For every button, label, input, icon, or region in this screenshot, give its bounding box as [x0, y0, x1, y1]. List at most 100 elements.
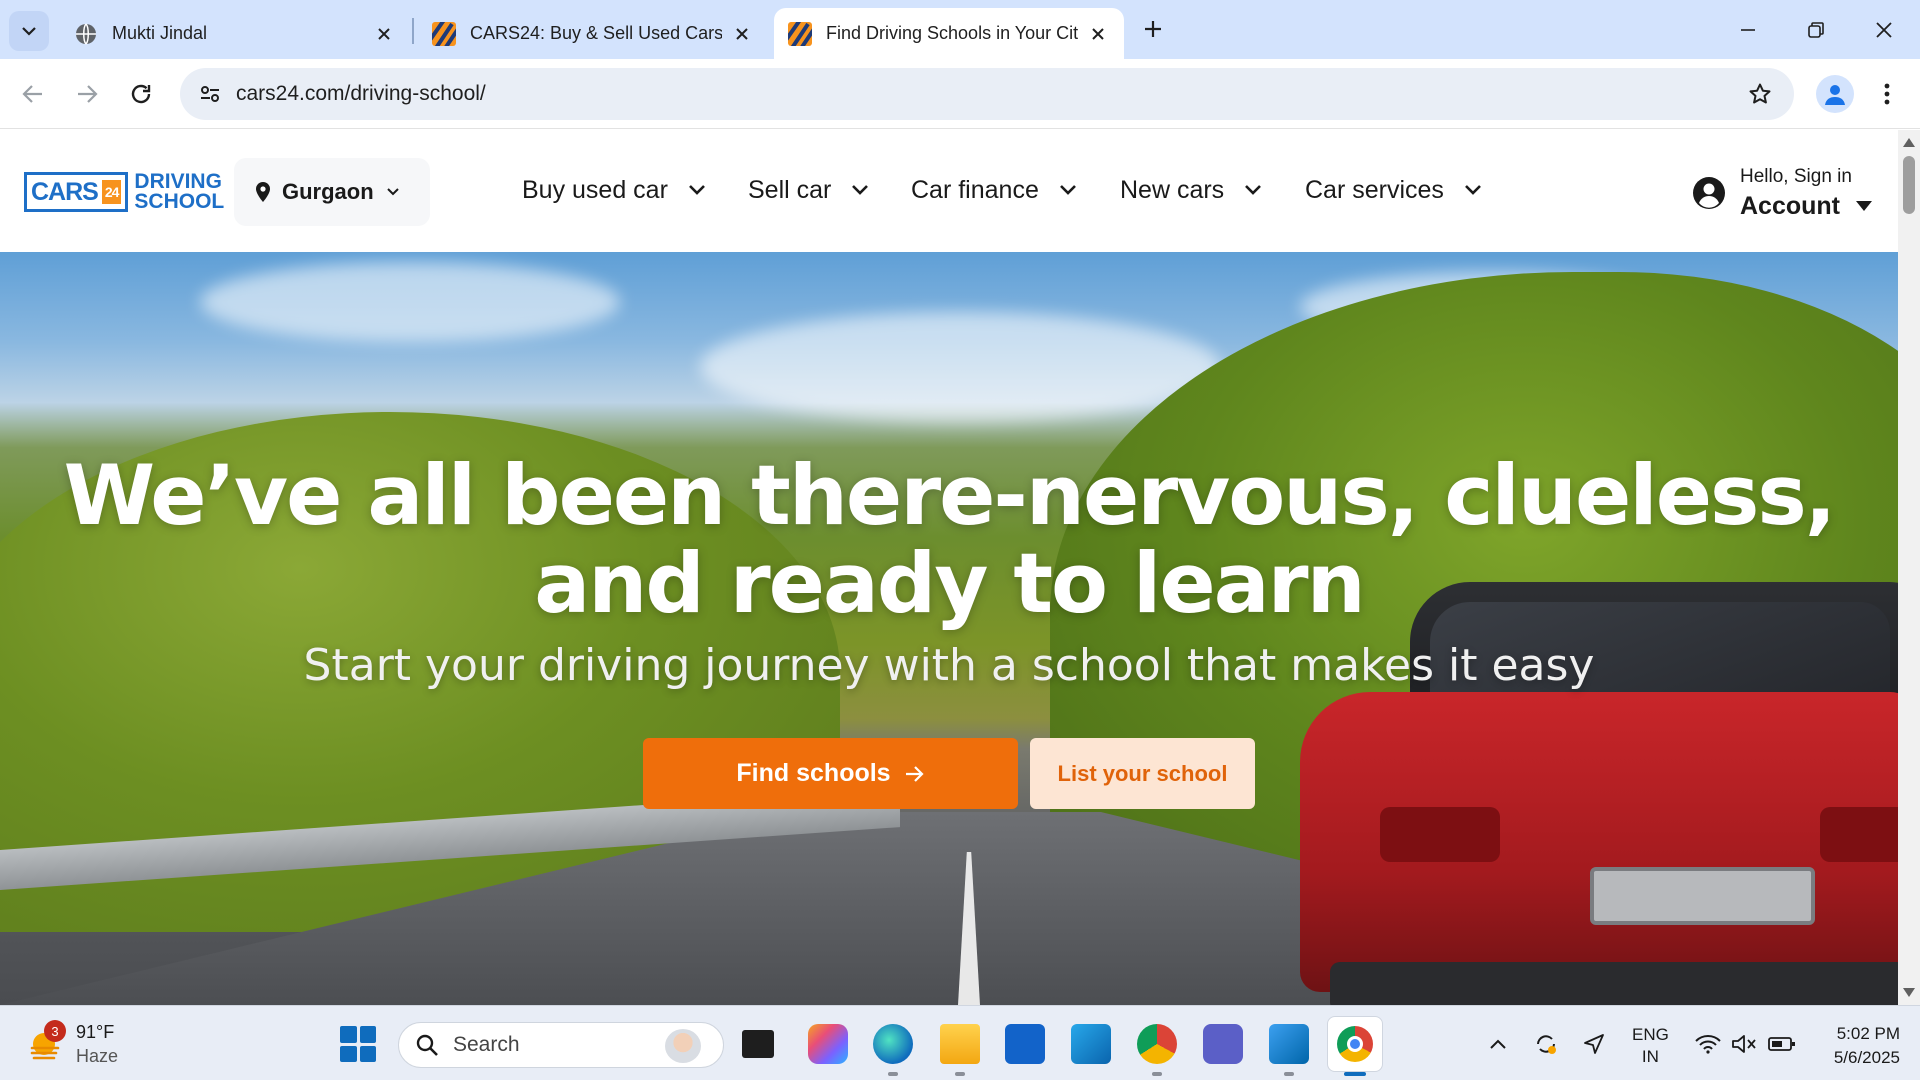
weather-sun-haze-icon: 3	[26, 1020, 66, 1064]
microsoft-store-icon[interactable]	[1005, 1024, 1045, 1064]
close-icon	[1876, 22, 1892, 38]
windows-taskbar: 3 91°F Haze Search ENG IN 5:02 PM 5/6/20…	[0, 1005, 1920, 1080]
task-view-icon[interactable]	[742, 1030, 774, 1058]
hero-title-line1: We’ve all been there-nervous, clueless,	[63, 447, 1837, 544]
tab-mukti-jindal[interactable]: Mukti Jindal	[60, 8, 410, 59]
restore-icon	[1808, 22, 1824, 38]
list-your-school-label: List your school	[1057, 760, 1228, 786]
close-tab-icon[interactable]	[372, 22, 396, 46]
nav-label: Buy used car	[522, 175, 668, 204]
logo-line-driving: DRIVING	[134, 170, 222, 193]
chevron-down-icon	[22, 27, 36, 36]
location-pin-icon	[256, 182, 270, 202]
search-icon	[416, 1034, 438, 1056]
system-clock[interactable]: 5:02 PM 5/6/2025	[1816, 1022, 1900, 1070]
location-arrow-icon[interactable]	[1580, 1030, 1608, 1058]
hero-subtitle: Start your driving journey with a school…	[303, 640, 1595, 691]
site-header: CARS 24 DRIVING SCHOOL Gurgaon Buy used …	[0, 130, 1898, 252]
back-button[interactable]	[14, 75, 52, 113]
close-tab-icon[interactable]	[1086, 22, 1110, 46]
scroll-thumb[interactable]	[1903, 156, 1915, 214]
find-schools-button[interactable]: Find schools	[643, 738, 1018, 809]
hero-cloud	[200, 262, 620, 342]
outlook-icon[interactable]	[1071, 1024, 1111, 1064]
nav-new-cars[interactable]: New cars	[1120, 170, 1264, 210]
address-bar[interactable]: cars24.com/driving-school/	[180, 68, 1794, 120]
tab-cars24-buy-sell[interactable]: CARS24: Buy & Sell Used Cars |	[418, 8, 768, 59]
nav-label: Car services	[1305, 175, 1444, 204]
minimize-icon	[1741, 29, 1755, 31]
tab-title: Find Driving Schools in Your Cit	[826, 23, 1078, 43]
nav-label: Sell car	[748, 175, 832, 204]
chrome-icon[interactable]	[1137, 1024, 1177, 1064]
search-highlight-image	[665, 1029, 701, 1063]
teams-icon[interactable]	[1203, 1024, 1243, 1064]
new-tab-button[interactable]	[1136, 12, 1170, 46]
language-code: ENG	[1632, 1025, 1669, 1044]
arrow-left-icon	[22, 85, 42, 103]
arrow-right-icon	[78, 85, 98, 103]
running-indicator	[1152, 1072, 1162, 1076]
account-label-row: Account	[1740, 192, 1872, 221]
list-your-school-button[interactable]: List your school	[1030, 738, 1255, 809]
scroll-down-arrow[interactable]	[1903, 988, 1915, 997]
hero-title: We’ve all been there-nervous, clueless, …	[0, 452, 1898, 628]
profile-avatar[interactable]	[1816, 75, 1854, 113]
reload-button[interactable]	[122, 75, 160, 113]
volume-muted-icon[interactable]	[1730, 1030, 1758, 1058]
running-indicator	[888, 1072, 898, 1076]
account-label: Account	[1740, 191, 1840, 220]
windows-start-button[interactable]	[340, 1026, 376, 1062]
city-name: Gurgaon	[282, 179, 374, 204]
close-window-button[interactable]	[1860, 8, 1908, 52]
battery-icon[interactable]	[1768, 1030, 1796, 1058]
cars24-icon	[432, 21, 456, 46]
nav-buy-used-car[interactable]: Buy used car	[522, 170, 708, 210]
close-tab-icon[interactable]	[730, 22, 754, 46]
weather-condition: Haze	[76, 1046, 119, 1066]
minimize-button[interactable]	[1724, 8, 1772, 52]
hero-banner: We’ve all been there-nervous, clueless, …	[0, 252, 1898, 1005]
file-explorer-icon[interactable]	[940, 1024, 980, 1064]
browser-toolbar: cars24.com/driving-school/	[0, 59, 1920, 129]
browser-tab-bar: Mukti Jindal CARS24: Buy & Sell Used Car…	[0, 0, 1920, 59]
chevron-down-icon	[386, 188, 399, 196]
browser-menu-button[interactable]	[1872, 75, 1902, 113]
city-selector[interactable]: Gurgaon	[234, 158, 430, 226]
vscode-icon[interactable]	[1269, 1024, 1309, 1064]
bookmark-star-icon[interactable]	[1744, 78, 1776, 110]
account-menu[interactable]: Hello, Sign in Account	[1692, 158, 1872, 228]
running-indicator	[955, 1072, 965, 1076]
plus-icon	[1145, 21, 1161, 37]
tab-find-driving-schools[interactable]: Find Driving Schools in Your Cit	[774, 8, 1124, 59]
sync-icon[interactable]	[1532, 1030, 1560, 1058]
restore-button[interactable]	[1792, 8, 1840, 52]
url-text[interactable]: cars24.com/driving-school/	[236, 82, 486, 106]
copilot-icon[interactable]	[808, 1024, 848, 1064]
page-viewport: CARS 24 DRIVING SCHOOL Gurgaon Buy used …	[0, 130, 1920, 1005]
language-indicator[interactable]: ENG IN	[1632, 1024, 1669, 1068]
logo-24-text: 24	[101, 180, 122, 204]
cars24-driving-school-logo[interactable]: CARS 24 DRIVING SCHOOL	[24, 170, 224, 214]
chrome-active-icon[interactable]	[1327, 1016, 1383, 1072]
nav-car-finance[interactable]: Car finance	[911, 170, 1079, 210]
running-indicator	[1284, 1072, 1294, 1076]
nav-car-services[interactable]: Car services	[1305, 170, 1484, 210]
site-info-icon[interactable]	[194, 78, 226, 110]
tray-overflow-chevron-icon[interactable]	[1484, 1030, 1512, 1058]
taskbar-search-box[interactable]: Search	[398, 1022, 724, 1068]
page-scrollbar[interactable]	[1898, 130, 1920, 1005]
scroll-up-arrow[interactable]	[1903, 138, 1915, 147]
nav-sell-car[interactable]: Sell car	[748, 170, 871, 210]
wifi-icon[interactable]	[1694, 1030, 1722, 1058]
cars24-icon	[788, 21, 812, 46]
caret-down-icon	[1856, 201, 1872, 211]
tab-search-button[interactable]	[9, 11, 49, 51]
active-indicator	[1344, 1072, 1366, 1076]
weather-widget[interactable]: 3 91°F Haze	[26, 1020, 118, 1068]
region-code: IN	[1641, 1047, 1659, 1066]
edge-browser-icon[interactable]	[873, 1024, 913, 1064]
forward-button[interactable]	[68, 75, 106, 113]
more-vertical-icon	[1884, 83, 1890, 105]
nav-label: Car finance	[911, 175, 1039, 204]
